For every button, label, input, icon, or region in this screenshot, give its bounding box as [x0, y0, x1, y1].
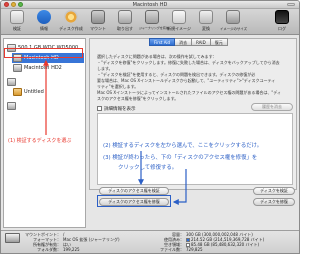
- convert-icon: [199, 10, 213, 24]
- toolbar-convert-button[interactable]: 変換: [193, 10, 219, 32]
- selection-highlight-box: [4, 48, 83, 58]
- repair-permissions-highlight-box: [97, 195, 171, 207]
- tab-restore[interactable]: 復元: [210, 38, 228, 46]
- toolbar-resize-image-button[interactable]: イメージのサイズ: [220, 10, 247, 31]
- hard-drive-icon: [7, 78, 16, 86]
- tab-raid[interactable]: RAID: [192, 38, 211, 46]
- info-folder-count: フォルダ数： 199,225: [23, 247, 80, 253]
- info-file-count: ファイル数： 729,825: [156, 247, 203, 253]
- disk-list-sidebar: 500.1 GB WDC WD5000... Macintosh HD Maci…: [3, 38, 86, 228]
- details-log-area: [97, 113, 293, 185]
- info-value: 199,225: [63, 247, 80, 252]
- tab-first-aid[interactable]: First Aid: [149, 38, 176, 46]
- log-icon: [275, 10, 289, 24]
- toolbar-item-label: ログ: [278, 26, 286, 31]
- toolbar: 検証 情報 ディスク作成 マウント 取り出す ジャーナリングを有効 新規イメージ: [1, 9, 299, 35]
- info-key: フォルダ数：: [37, 247, 61, 252]
- info-value: Mac OS 拡張 (ジャーナリング): [63, 237, 120, 242]
- verify-icon: [10, 10, 24, 24]
- disk-utility-window: Macintosh HD 検証 情報 ディスク作成 マウント 取り出す ジャーナ…: [0, 0, 300, 254]
- sidebar-item-macintosh-hd2[interactable]: Macintosh HD2: [12, 63, 84, 73]
- verify-disk-button[interactable]: ディスクを検証: [253, 187, 295, 195]
- clear-history-button[interactable]: 履歴を消去: [251, 103, 293, 111]
- volume-large-icon: [5, 233, 20, 243]
- toolbar-eject-button[interactable]: 取り出す: [112, 10, 138, 32]
- annotation-step-3-continued: クリックして修復する。: [118, 165, 178, 171]
- tab-erase[interactable]: 消去: [175, 38, 193, 46]
- sidebar-item-external-drive[interactable]: [6, 77, 84, 87]
- toolbar-item-label: 変換: [202, 26, 210, 31]
- toolbar-item-label: ディスク作成: [59, 26, 83, 31]
- info-value: 729,825: [186, 247, 203, 252]
- annotation-step-1: (1) 検証するディスクを選ぶ: [8, 138, 72, 144]
- window-title: Macintosh HD: [132, 2, 168, 8]
- toolbar-item-label: イメージのサイズ: [220, 27, 247, 31]
- journal-icon: [145, 10, 159, 24]
- toolbar-item-label: ジャーナリングを有効: [139, 26, 169, 30]
- volume-icon: [13, 88, 22, 96]
- toolbar-item-label: 検証: [13, 26, 21, 31]
- description-line: スクのアクセス権を修復"をクリックします。: [97, 96, 179, 101]
- mount-icon: [91, 10, 105, 24]
- show-details-label: 詳細情報を表示: [104, 107, 136, 112]
- repair-disk-button[interactable]: ディスクを修復: [253, 198, 295, 206]
- toolbar-item-label: 取り出す: [117, 26, 133, 31]
- sidebar-item-untitled[interactable]: Untitled: [12, 87, 84, 97]
- toolbar-item-label: マウント: [90, 26, 106, 31]
- info-key: ファイル数：: [160, 247, 184, 252]
- sidebar-item-optical-drive[interactable]: [6, 101, 84, 111]
- new-image-icon: [172, 10, 186, 24]
- toolbar-mount-button[interactable]: マウント: [85, 10, 111, 32]
- toolbar-burn-button[interactable]: ディスク作成: [58, 10, 84, 32]
- show-details-checkbox[interactable]: 詳細情報を表示: [97, 106, 136, 112]
- sidebar-item-label: Untitled: [24, 89, 44, 95]
- toolbar-item-label: 情報: [40, 26, 48, 31]
- toolbar-enable-journaling-button[interactable]: ジャーナリングを有効: [139, 10, 169, 30]
- annotation-step-2: (2) 検証するディスクを左から選んで、ここをクリックするだけ。: [103, 143, 263, 149]
- resize-icon: [226, 10, 240, 24]
- toolbar-info-button[interactable]: 情報: [31, 10, 57, 32]
- toolbar-log-button[interactable]: ログ: [269, 10, 295, 32]
- toolbar-verify-button[interactable]: 検証: [4, 10, 30, 32]
- hard-drive-icon: [7, 102, 16, 110]
- eject-icon: [118, 10, 132, 24]
- first-aid-description: 選択したディスクに問題がある場合は、次の操作を試してみます： ・"ディスクを修復…: [97, 54, 293, 102]
- description-line: ・"ディスクを修復"をクリックします。修復に失敗した場合は、ディスクをバックアッ…: [97, 60, 280, 65]
- checkbox[interactable]: [97, 106, 102, 111]
- verify-permissions-button[interactable]: ディスクのアクセス権を検証: [99, 187, 169, 195]
- burn-icon: [64, 10, 78, 24]
- toolbar-item-label: 新規イメージ: [167, 26, 191, 31]
- toolbar-new-image-button[interactable]: 新規イメージ: [166, 10, 192, 32]
- volume-icon: [13, 64, 22, 72]
- toolbar-toggle-button[interactable]: [287, 3, 295, 6]
- annotation-step-3: (3) 検証が終わったら、下の「ディスクのアクセス権を修復」を: [103, 155, 258, 161]
- info-icon: [37, 10, 51, 24]
- title-bar: Macintosh HD: [1, 1, 299, 9]
- tab-bar: First Aid 消去 RAID 復元: [149, 38, 228, 46]
- sidebar-item-label: Macintosh HD2: [24, 65, 62, 71]
